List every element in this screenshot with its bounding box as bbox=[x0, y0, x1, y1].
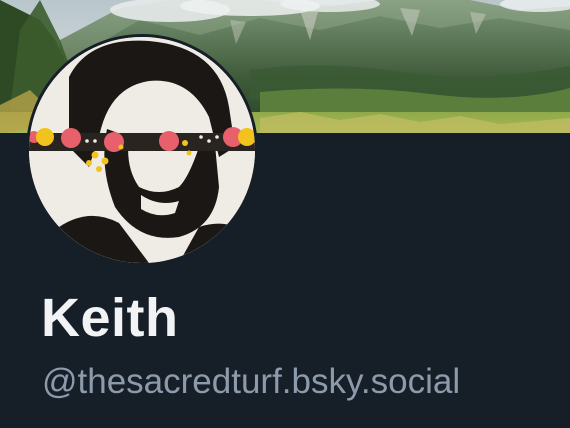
avatar[interactable] bbox=[29, 37, 255, 263]
profile-header: Keith @thesacredturf.bsky.social bbox=[0, 0, 570, 428]
avatar-frame[interactable] bbox=[26, 34, 258, 266]
display-name: Keith bbox=[41, 288, 179, 348]
handle[interactable]: @thesacredturf.bsky.social bbox=[42, 360, 460, 404]
terminator-avatar bbox=[29, 37, 255, 263]
